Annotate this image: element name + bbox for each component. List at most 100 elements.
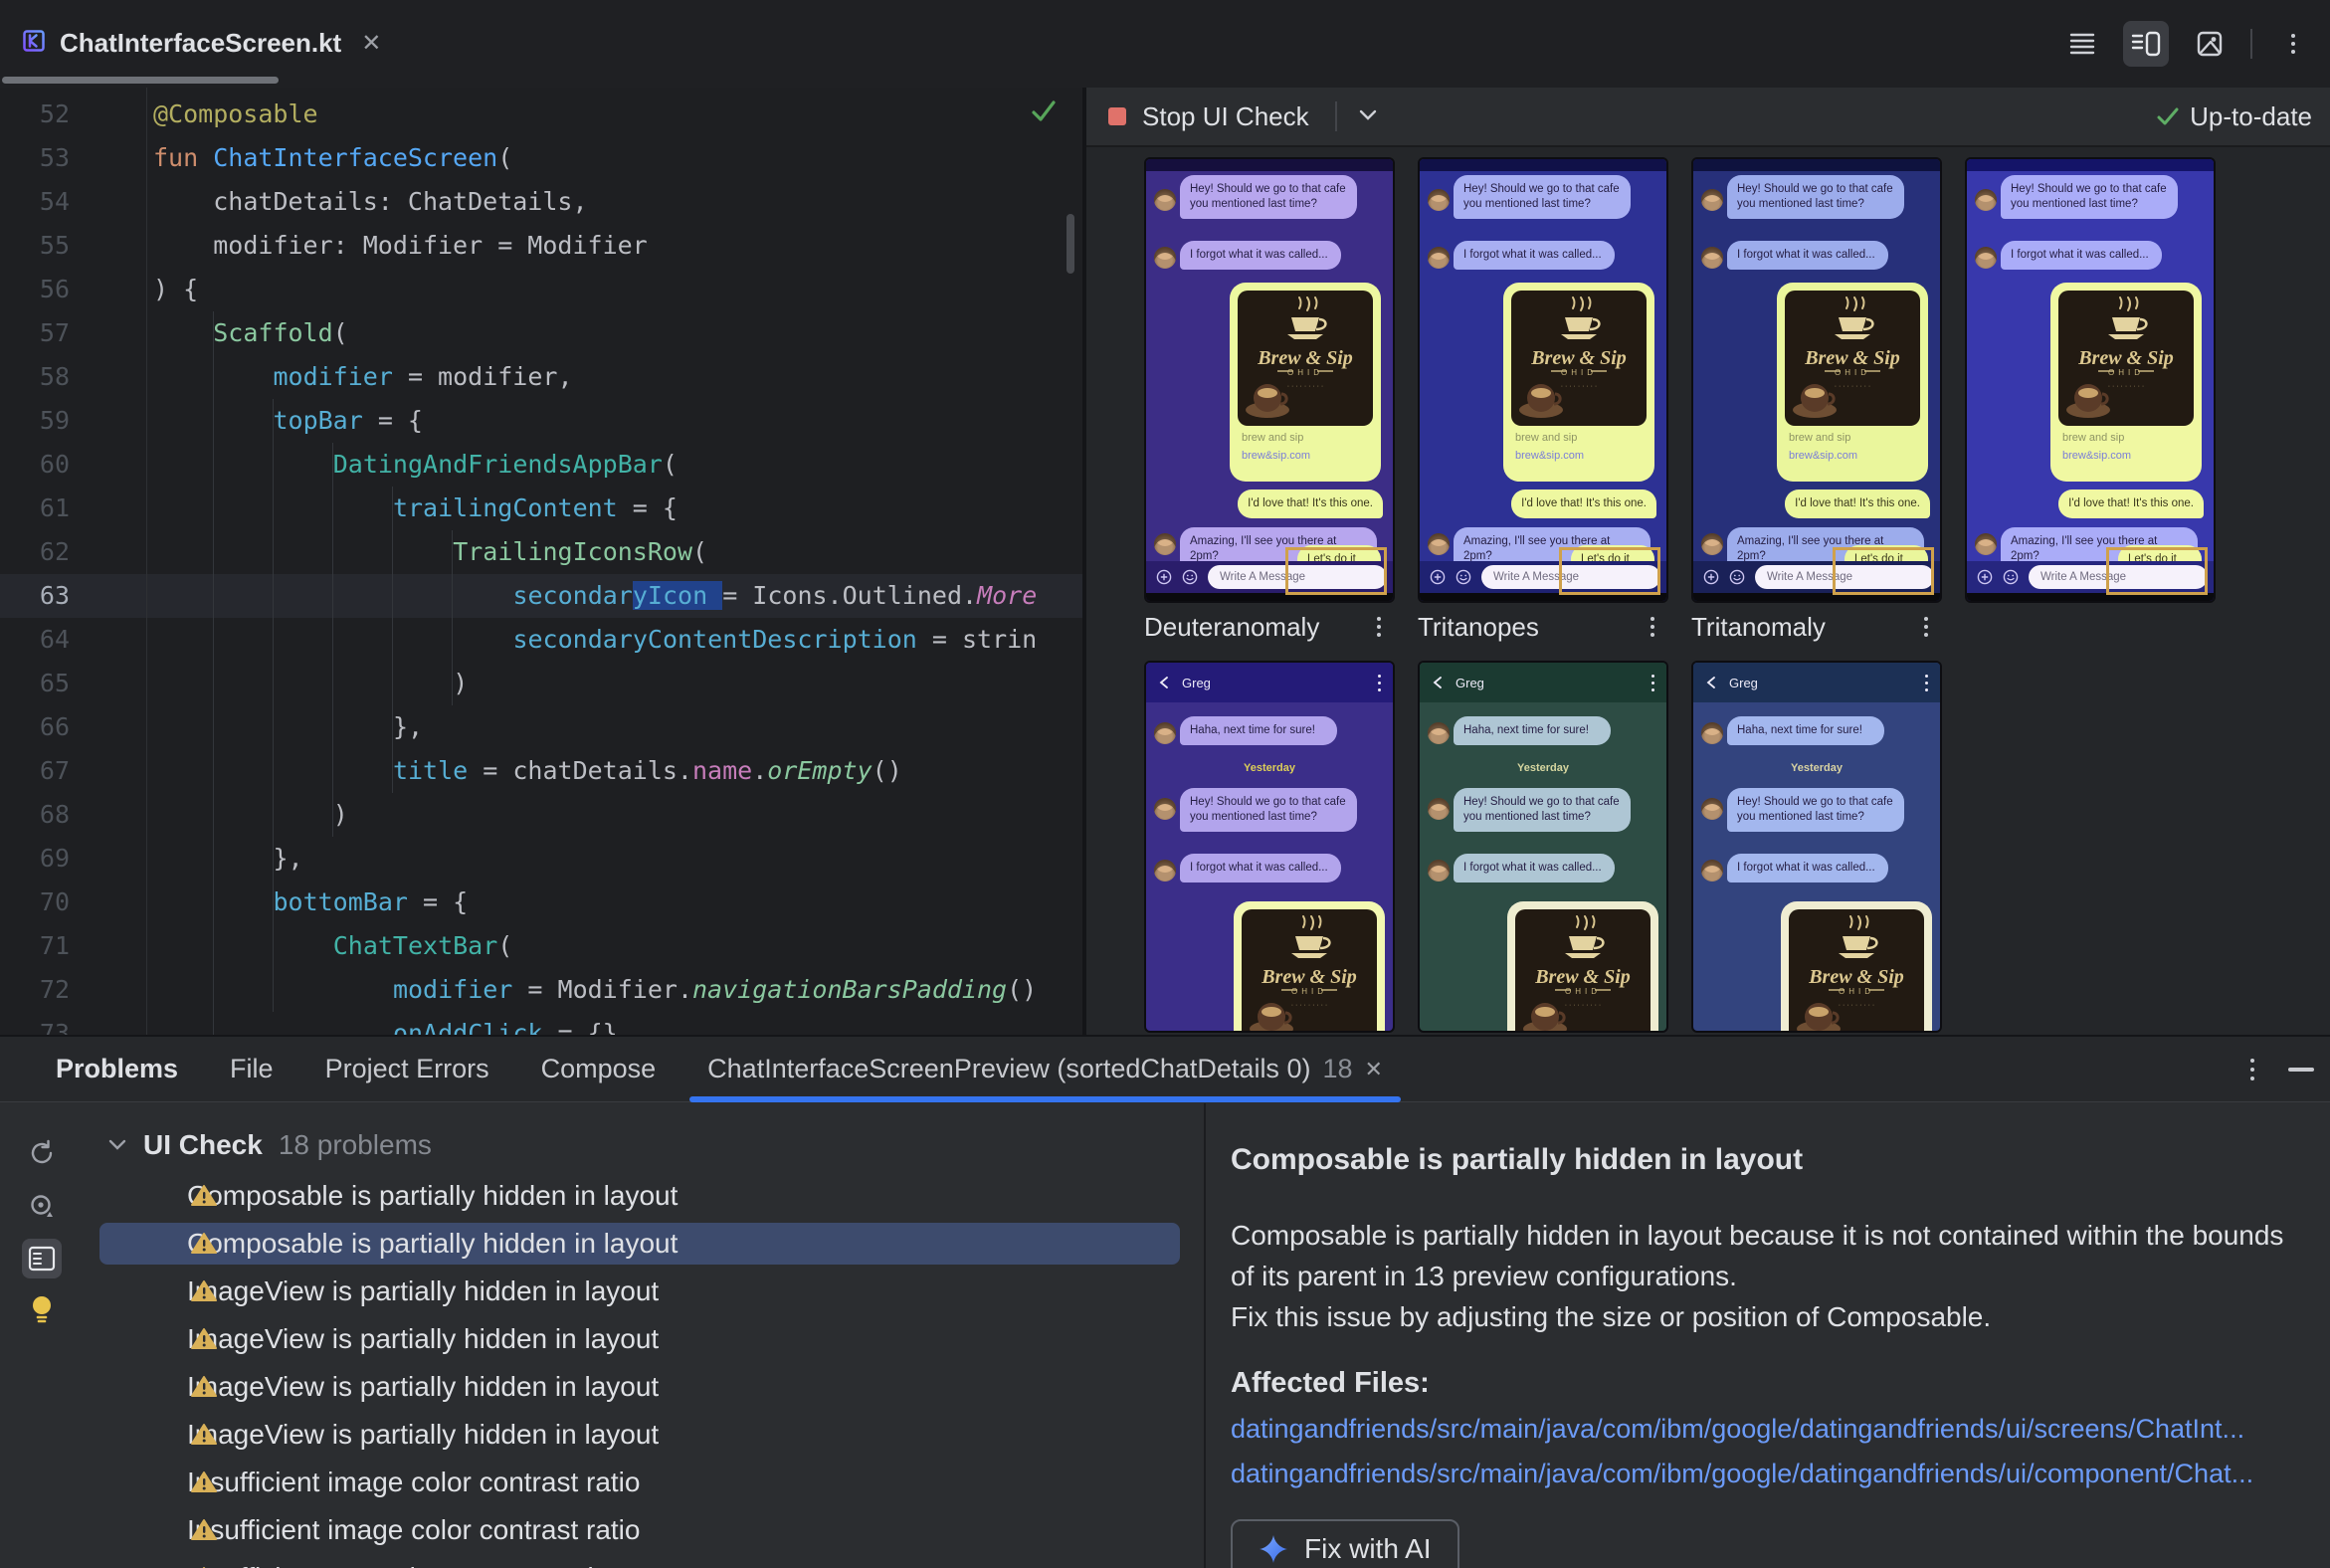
more-vertical-icon[interactable] (1651, 674, 1654, 691)
avatar (1428, 798, 1450, 820)
code-token (707, 581, 723, 610)
tab-file[interactable]: File (208, 1037, 295, 1102)
problem-fix-hint: Fix this issue by adjusting the size or … (1231, 1301, 1992, 1332)
ide-window: ChatInterfaceScreen.kt ✕ 52 @Composable … (0, 0, 2330, 1568)
problem-row[interactable]: Insufficient text color contrast ratio (99, 1557, 1180, 1568)
problem-text: Insufficient image color contrast ratio (187, 1514, 641, 1545)
avatar (1154, 247, 1176, 269)
image-link[interactable]: brew&sip.com (1789, 450, 1857, 462)
problem-row[interactable]: Composable is partially hidden in layout (99, 1175, 1180, 1217)
variant-name: Deuteranomaly (1144, 611, 1320, 642)
back-icon[interactable] (1158, 676, 1170, 689)
problem-text: ImageView is partially hidden in layout (187, 1275, 660, 1306)
emoji-icon[interactable] (1456, 569, 1471, 585)
code-token: fun (153, 143, 214, 172)
preview-phone-row1-4[interactable]: Hey! Should we go to that cafe you menti… (1965, 157, 2216, 603)
code-view-icon[interactable] (2059, 21, 2105, 67)
code-token: modifier (392, 975, 513, 1004)
kotlin-file-icon (22, 29, 46, 58)
problem-row[interactable]: Insufficient image color contrast ratio (99, 1462, 1180, 1503)
emoji-icon[interactable] (2003, 569, 2019, 585)
add-icon[interactable] (1156, 569, 1172, 585)
line-number: 52 (39, 99, 70, 128)
preview-phone-tritanomaly[interactable]: Greg Haha, next time for sure! Yesterday… (1691, 661, 1942, 1033)
avatar (1701, 798, 1723, 820)
problem-text: Composable is partially hidden in layout (187, 1228, 679, 1259)
emoji-icon[interactable] (1182, 569, 1198, 585)
line-number: 68 (39, 800, 70, 829)
code-token: chatDetails: ChatDetails, (213, 187, 588, 216)
code-line-55: 55 modifier: Modifier = Modifier (0, 224, 1082, 268)
more-vertical-icon[interactable] (1650, 617, 1654, 637)
group-label: UI Check (143, 1129, 263, 1160)
tab-compose[interactable]: Compose (519, 1037, 679, 1102)
problem-row[interactable]: ImageView is partially hidden in layout (99, 1318, 1180, 1360)
back-icon[interactable] (1705, 676, 1717, 689)
add-icon[interactable] (1977, 569, 1993, 585)
preview-status-icon[interactable] (22, 1187, 62, 1227)
more-vertical-icon[interactable] (2270, 21, 2316, 67)
preview-phone-row1-3[interactable]: Hey! Should we go to that cafe you menti… (1691, 157, 1942, 603)
problem-description: Composable is partially hidden in layout… (1231, 1220, 2284, 1291)
details-view-icon[interactable] (22, 1239, 62, 1278)
refresh-icon[interactable] (22, 1133, 62, 1173)
minimize-icon[interactable] (2288, 1068, 2314, 1072)
preview-phone-deuteranomaly[interactable]: Greg Haha, next time for sure! Yesterday… (1144, 661, 1395, 1033)
tab-close-icon[interactable]: ✕ (1365, 1057, 1383, 1082)
code-line-63: 63 secondaryIcon = Icons.Outlined.More (0, 574, 1082, 618)
affected-file-link[interactable]: datingandfriends/src/main/java/com/ibm/g… (1231, 1459, 2310, 1489)
chat-message: I'd love that! It's this one. (1238, 490, 1383, 518)
add-icon[interactable] (1430, 569, 1446, 585)
emoji-icon[interactable] (1729, 569, 1745, 585)
back-icon[interactable] (1432, 676, 1444, 689)
lightbulb-icon[interactable] (22, 1290, 62, 1330)
add-icon[interactable] (1703, 569, 1719, 585)
code-token: Scaffold (213, 318, 333, 347)
more-vertical-icon[interactable] (2250, 1059, 2254, 1080)
affected-file-link[interactable]: datingandfriends/src/main/java/com/ibm/g… (1231, 1414, 2310, 1445)
line-number: 71 (39, 931, 70, 960)
build-status-label: Up-to-date (2190, 100, 2312, 131)
problem-row[interactable]: ImageView is partially hidden in layout (99, 1271, 1180, 1312)
tab-problems[interactable]: Problems (34, 1037, 200, 1102)
more-vertical-icon[interactable] (1377, 617, 1381, 637)
panel-divider[interactable] (1204, 1103, 1206, 1568)
code-line-60: 60 DatingAndFriendsAppBar( (0, 443, 1082, 487)
code-token: () (872, 756, 902, 785)
ui-check-group-row[interactable]: UI Check 18 problems (107, 1129, 432, 1161)
problem-row[interactable]: Composable is partially hidden in layout (99, 1223, 1180, 1265)
more-vertical-icon[interactable] (1378, 674, 1381, 691)
chat-image-bubble: Brew & Sip OHID · · · · · · · · · brew a… (1507, 901, 1658, 1031)
more-vertical-icon[interactable] (1924, 617, 1928, 637)
stop-ui-check-button[interactable]: Stop UI Check (1108, 101, 1309, 132)
chat-message: Haha, next time for sure! (1180, 716, 1337, 745)
fix-with-ai-button[interactable]: Fix with AI (1231, 1519, 1459, 1568)
image-link[interactable]: brew&sip.com (1515, 450, 1584, 462)
chat-message: I forgot what it was called... (2001, 241, 2162, 270)
avatar (1701, 533, 1723, 555)
problem-row[interactable]: ImageView is partially hidden in layout (99, 1366, 1180, 1408)
phone-top-strip (1693, 159, 1940, 171)
image-link[interactable]: brew&sip.com (2062, 450, 2131, 462)
image-link[interactable]: brew&sip.com (1242, 450, 1310, 462)
editor-tab[interactable]: ChatInterfaceScreen.kt ✕ (8, 0, 395, 86)
code-token: ( (497, 931, 513, 960)
design-view-icon[interactable] (2187, 21, 2233, 67)
split-view-icon[interactable] (2123, 21, 2169, 67)
tab-chatinterfacescreenpreview-sortedchatdetails-0[interactable]: ChatInterfaceScreenPreview (sortedChatDe… (685, 1037, 1405, 1102)
avatar (1428, 247, 1450, 269)
problem-details: Composable is partially hidden in layout… (1231, 1143, 2310, 1568)
code-line-52: 52 @Composable (0, 93, 1082, 136)
code-editor[interactable]: 52 @Composable 53 fun ChatInterfaceScreen(5… (0, 88, 1082, 1035)
tab-project-errors[interactable]: Project Errors (303, 1037, 511, 1102)
preview-phone-row1-2[interactable]: Hey! Should we go to that cafe you menti… (1418, 157, 1668, 603)
preview-phone-row1-1[interactable]: Hey! Should we go to that cafe you menti… (1144, 157, 1395, 603)
problem-row[interactable]: Insufficient image color contrast ratio (99, 1509, 1180, 1551)
ai-sparkle-icon (1260, 1535, 1287, 1563)
problem-row[interactable]: ImageView is partially hidden in layout (99, 1414, 1180, 1456)
more-vertical-icon[interactable] (1925, 674, 1928, 691)
tab-close-icon[interactable]: ✕ (361, 29, 381, 58)
preview-phone-tritanopes[interactable]: Greg Haha, next time for sure! Yesterday… (1418, 661, 1668, 1033)
code-line-64: 64 secondaryContentDescription = strin (0, 618, 1082, 662)
chevron-down-icon[interactable] (1357, 107, 1379, 126)
